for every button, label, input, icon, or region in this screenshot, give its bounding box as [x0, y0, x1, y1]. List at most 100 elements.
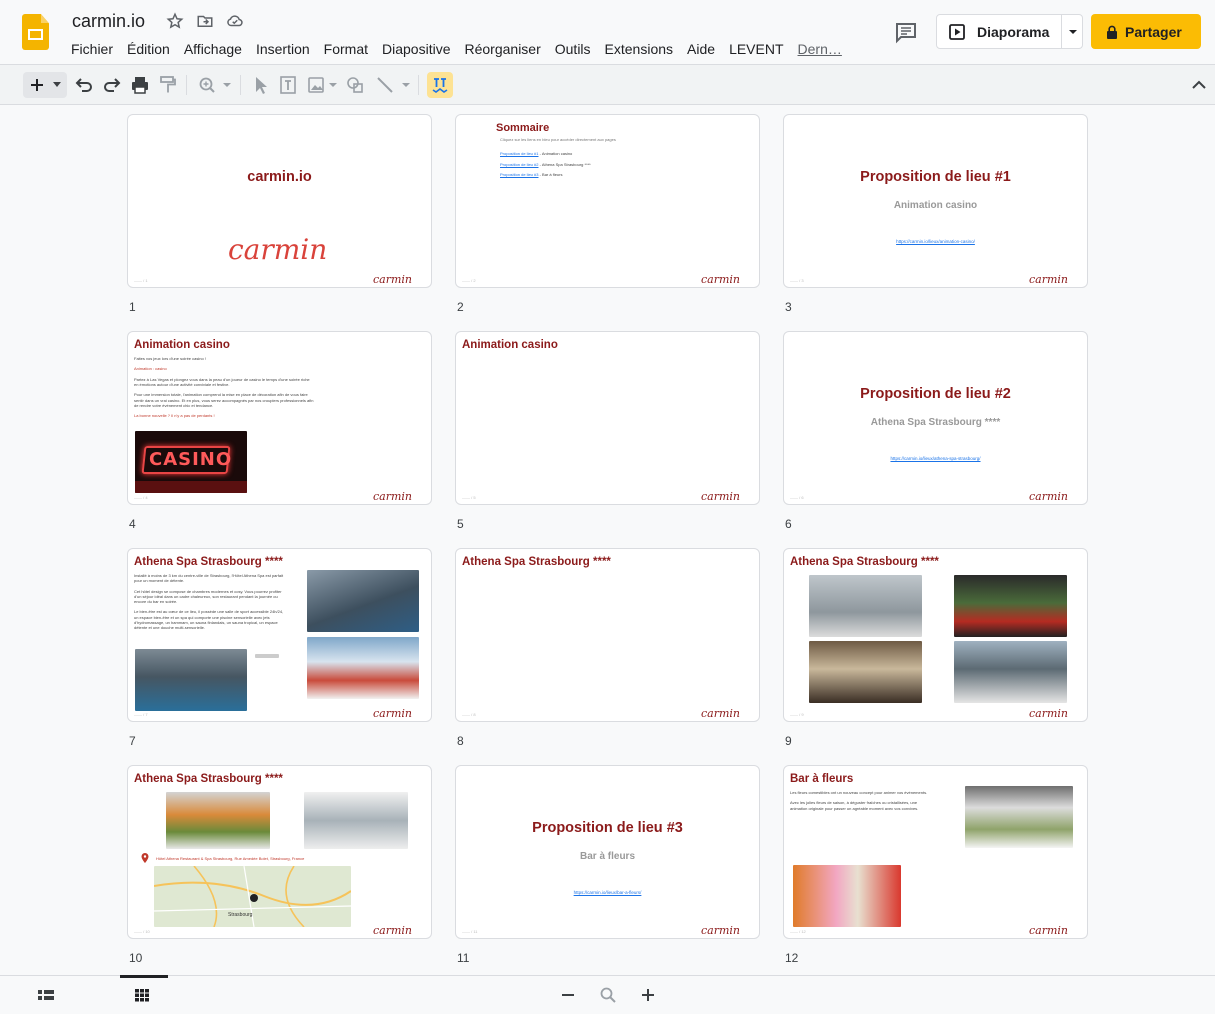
slide-subtitle: Athena Spa Strasbourg ****: [870, 417, 1001, 428]
menu-aide[interactable]: Aide: [680, 38, 722, 60]
slide-thumbnail-10[interactable]: Athena Spa Strasbourg **** Hôtel Athena …: [127, 765, 432, 939]
carmin-logo: carmin: [228, 233, 327, 266]
slide-number: 8: [457, 734, 464, 748]
carmin-logo-small: carmin: [701, 273, 740, 286]
spelling-icon: [432, 78, 448, 93]
carmin-logo-small: carmin: [373, 273, 412, 286]
menu-levent[interactable]: LEVENT: [722, 38, 790, 60]
summary-link-3[interactable]: Proposition de lieu #3: [500, 172, 538, 177]
svg-text:carmin: carmin: [701, 707, 740, 720]
menu-affichage[interactable]: Affichage: [177, 38, 249, 60]
svg-text:carmin: carmin: [373, 273, 412, 286]
slide-number: 5: [457, 517, 464, 531]
chevron-down-icon[interactable]: [1068, 28, 1078, 36]
slide-subtitle: Cliquez sur les liens en bleu pour accéd…: [500, 137, 616, 142]
carmin-logo-small: carmin: [1029, 707, 1068, 720]
redo-icon[interactable]: [102, 73, 122, 97]
document-title[interactable]: carmin.io: [72, 11, 145, 32]
terrace-statues-photo: [166, 792, 270, 849]
share-label: Partager: [1125, 23, 1182, 40]
bottom-bar: [0, 975, 1215, 1014]
paint-format-icon[interactable]: [158, 73, 178, 97]
cloud-saved-icon[interactable]: [226, 12, 244, 30]
carmin-logo-small: carmin: [1029, 490, 1068, 503]
slide-thumbnail-8[interactable]: Athena Spa Strasbourg **** —— / 8 carmin: [455, 548, 760, 722]
collapse-toolbar-icon[interactable]: [1189, 73, 1209, 97]
svg-text:carmin: carmin: [701, 490, 740, 503]
summary-list: Proposition de lieu #1 - Animation casin…: [500, 151, 591, 177]
slide-title: Athena Spa Strasbourg ****: [134, 773, 283, 785]
zoom-in-icon[interactable]: [639, 986, 657, 1004]
menu-diapositive[interactable]: Diapositive: [375, 38, 457, 60]
share-button[interactable]: Partager: [1091, 14, 1201, 49]
slide-number: 4: [129, 517, 136, 531]
slide-title: Proposition de lieu #1: [860, 169, 1011, 185]
menu-edition[interactable]: Édition: [120, 38, 177, 60]
restaurant-terrace-photo: [307, 637, 419, 699]
svg-text:carmin: carmin: [1029, 924, 1068, 937]
zoom-out-icon[interactable]: [559, 986, 577, 1004]
menu-extensions[interactable]: Extensions: [598, 38, 680, 60]
menu-insertion[interactable]: Insertion: [249, 38, 317, 60]
menu-reorganiser[interactable]: Réorganiser: [457, 38, 547, 60]
slide-title: Proposition de lieu #3: [532, 820, 683, 836]
slide-thumbnail-7[interactable]: Athena Spa Strasbourg **** Installé à mo…: [127, 548, 432, 722]
svg-text:carmin: carmin: [373, 707, 412, 720]
move-to-folder-icon[interactable]: [196, 12, 214, 30]
slide-title: Sommaire: [496, 122, 550, 134]
text-box-icon[interactable]: [278, 73, 298, 97]
slide-title: Animation casino: [462, 339, 558, 351]
slide-url[interactable]: https://carmin.io/lieux/animation-casino…: [784, 239, 1087, 244]
select-icon[interactable]: [250, 73, 270, 97]
spelling-tool-button[interactable]: [427, 72, 453, 98]
new-slide-button[interactable]: [23, 72, 67, 98]
star-icon[interactable]: [166, 12, 184, 30]
slide-thumbnail-12[interactable]: Bar à fleurs Les fleurs comestibles ont …: [783, 765, 1088, 939]
slide-body: Faites vos jeux lors d'une soirée casino…: [134, 356, 314, 419]
zoom-dropdown-icon[interactable]: [222, 73, 232, 97]
dropdown-icon[interactable]: [53, 82, 61, 88]
carmin-logo-small: carmin: [701, 707, 740, 720]
meeting-room-photo: [954, 641, 1067, 703]
svg-text:carmin: carmin: [1029, 273, 1068, 286]
slideshow-button[interactable]: Diaporama: [936, 14, 1083, 49]
summary-link-1[interactable]: Proposition de lieu #1: [500, 151, 538, 156]
slide-thumbnail-1[interactable]: carmin.io carmin —— / 1 carmin: [127, 114, 432, 288]
app-header: carmin.io Fichier Édition Affichage Inse…: [0, 0, 1215, 64]
grid-view-icon[interactable]: [133, 986, 151, 1004]
slide-url[interactable]: https://carmin.io/lieux/bar-a-fleurs/: [456, 890, 759, 895]
summary-link-2[interactable]: Proposition de lieu #2: [500, 162, 538, 167]
slide-thumbnail-4[interactable]: Animation casino Faites vos jeux lors d'…: [127, 331, 432, 505]
location-pin-icon: [141, 853, 149, 863]
slide-thumbnail-2[interactable]: Sommaire Cliquez sur les liens en bleu p…: [455, 114, 760, 288]
print-icon[interactable]: [130, 73, 150, 97]
slides-logo-icon[interactable]: [22, 14, 49, 50]
slide-number: 3: [785, 300, 792, 314]
shape-icon[interactable]: [345, 73, 365, 97]
image-icon[interactable]: [306, 73, 326, 97]
slide-title: Athena Spa Strasbourg ****: [790, 556, 939, 568]
slide-thumbnail-9[interactable]: Athena Spa Strasbourg **** —— / 9 carmin: [783, 548, 1088, 722]
line-icon[interactable]: [375, 73, 395, 97]
slide-url[interactable]: https://carmin.io/lieux/athena-spa-stras…: [784, 456, 1087, 461]
menu-format[interactable]: Format: [317, 38, 375, 60]
slide-thumbnail-5[interactable]: Animation casino —— / 5 carmin: [455, 331, 760, 505]
menu-bar: Fichier Édition Affichage Insertion Form…: [64, 38, 849, 60]
slide-thumbnail-11[interactable]: Proposition de lieu #3 Bar à fleurs http…: [455, 765, 760, 939]
flower-bar-photo: [965, 786, 1073, 848]
slide-thumbnail-3[interactable]: Proposition de lieu #1 Animation casino …: [783, 114, 1088, 288]
slide-thumbnail-6[interactable]: Proposition de lieu #2 Athena Spa Strasb…: [783, 331, 1088, 505]
menu-outils[interactable]: Outils: [548, 38, 598, 60]
zoom-icon[interactable]: [599, 986, 617, 1004]
slide-number: 7: [129, 734, 136, 748]
line-dropdown-icon[interactable]: [401, 73, 411, 97]
slide-number: 6: [785, 517, 792, 531]
slide-number: 2: [457, 300, 464, 314]
last-edit-link[interactable]: Dern…: [791, 38, 849, 60]
comment-history-icon[interactable]: [894, 20, 918, 44]
filmstrip-view-icon[interactable]: [37, 986, 55, 1004]
zoom-icon[interactable]: [197, 73, 217, 97]
undo-icon[interactable]: [74, 73, 94, 97]
menu-fichier[interactable]: Fichier: [64, 38, 120, 60]
image-dropdown-icon[interactable]: [328, 73, 338, 97]
